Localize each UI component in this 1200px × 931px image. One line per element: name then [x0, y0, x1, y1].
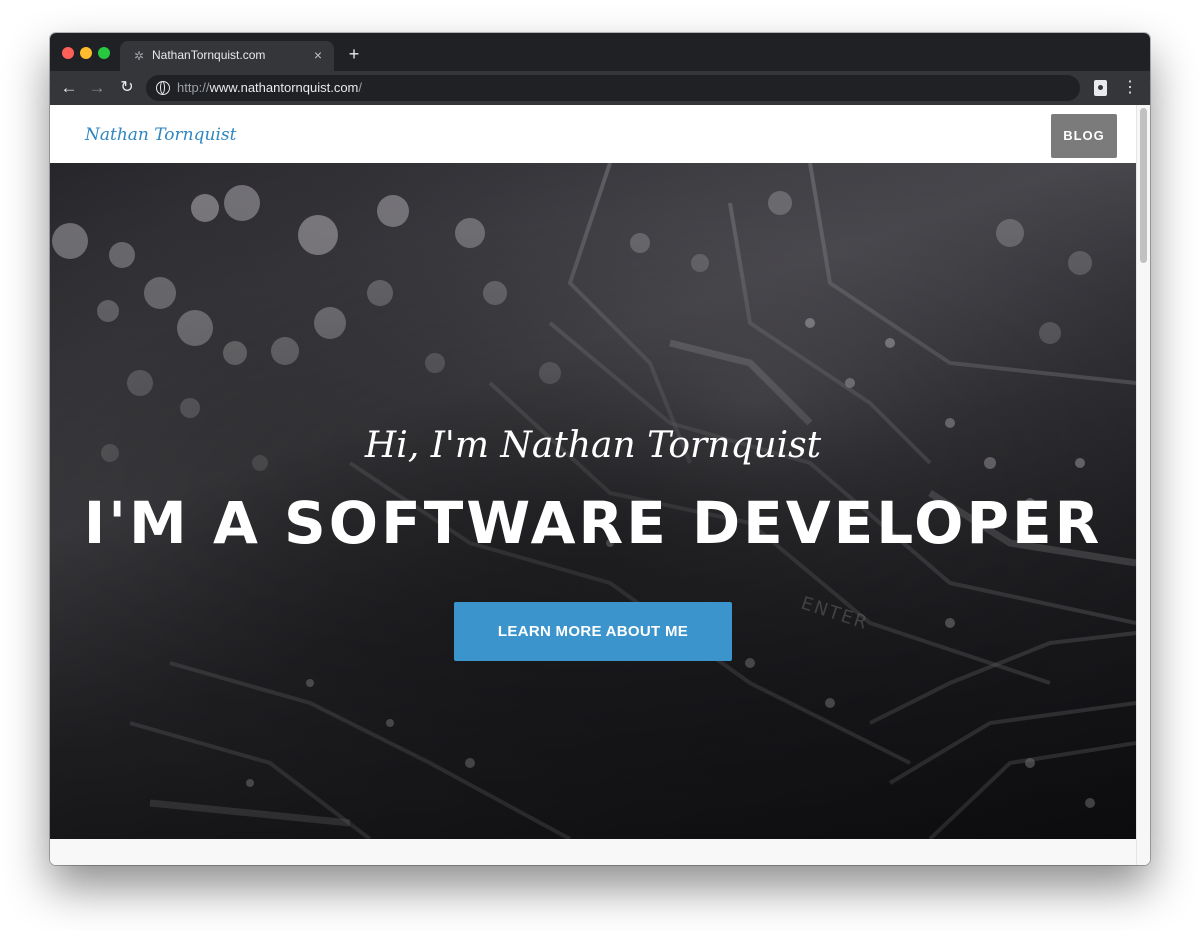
back-button[interactable]: ← — [57, 76, 81, 100]
new-tab-button[interactable]: + — [344, 44, 364, 64]
address-bar[interactable]: http://www.nathantornquist.com/ — [146, 75, 1080, 101]
favicon-icon: ✲ — [133, 49, 145, 63]
reload-button[interactable]: ↻ — [115, 76, 139, 100]
blog-button[interactable]: BLOG — [1051, 114, 1117, 158]
globe-icon — [156, 81, 170, 95]
scrollbar[interactable] — [1136, 105, 1150, 865]
browser-tab[interactable]: ✲ NathanTornquist.com × — [120, 41, 334, 71]
tab-strip: ✲ NathanTornquist.com × + — [50, 33, 1150, 71]
hero-subtitle: Hi, I'm Nathan Tornquist — [364, 425, 822, 466]
browser-menu-icon[interactable]: ⋮ — [1122, 76, 1138, 100]
hero-section: ENTER Hi, I'm Nathan Tornquist I'M A SOF… — [50, 163, 1136, 839]
close-window-button[interactable] — [62, 47, 74, 59]
hero-title: I'M A SOFTWARE DEVELOPER — [83, 489, 1103, 557]
tab-close-icon[interactable]: × — [310, 47, 326, 63]
url-text[interactable]: http://www.nathantornquist.com/ — [177, 80, 362, 95]
learn-more-button[interactable]: LEARN MORE ABOUT ME — [454, 602, 732, 661]
page-viewport: Nathan Tornquist BLOG Hi, I'm Nathan Tor… — [50, 105, 1150, 865]
url-scheme: http:// — [177, 80, 210, 95]
forward-button[interactable]: → — [85, 76, 109, 100]
browser-toolbar: ← → ↻ http://www.nathantornquist.com/ ⋮ — [50, 71, 1150, 105]
tab-title: NathanTornquist.com — [152, 48, 266, 62]
scrollbar-thumb[interactable] — [1140, 108, 1147, 263]
url-path: / — [358, 80, 363, 95]
page-content-start — [50, 839, 1136, 865]
site-brand-link[interactable]: Nathan Tornquist — [85, 125, 236, 145]
minimize-window-button[interactable] — [80, 47, 92, 59]
maximize-window-button[interactable] — [98, 47, 110, 59]
browser-window: ✲ NathanTornquist.com × + ← → ↻ http://w… — [50, 33, 1150, 865]
clipboard-icon[interactable] — [1094, 80, 1107, 96]
site-navbar: Nathan Tornquist BLOG — [50, 105, 1136, 163]
url-host: www.nathantornquist.com — [209, 80, 359, 95]
